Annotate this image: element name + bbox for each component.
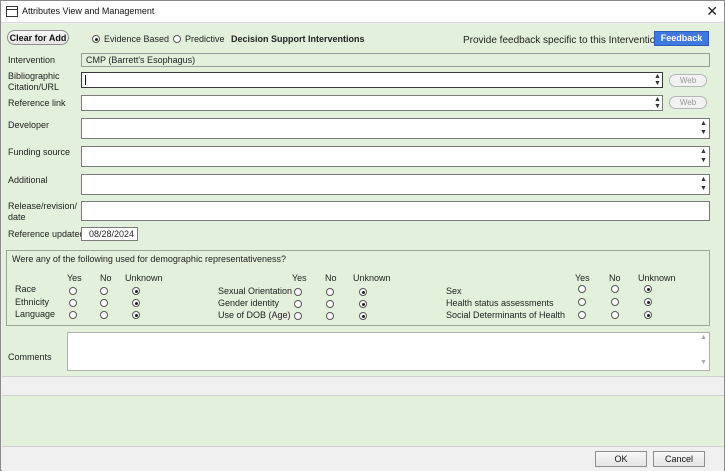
sexual-orientation-no-radio[interactable] — [326, 288, 334, 296]
clear-for-add-button[interactable]: Clear for Add — [7, 30, 69, 45]
group2-no-header: No — [325, 273, 337, 283]
reference-updated-label: Reference updated — [8, 229, 85, 239]
sexual-orientation-yes-radio[interactable] — [294, 288, 302, 296]
reference-web-button[interactable]: Web — [669, 96, 707, 109]
reference-link-label: Reference link — [8, 98, 66, 108]
group3-unknown-header: Unknown — [638, 273, 676, 283]
reference-updated-field[interactable]: 08/28/2024 — [81, 227, 138, 241]
sdoh-yes-radio[interactable] — [578, 311, 586, 319]
additional-label: Additional — [8, 175, 48, 185]
reference-updated-value: 08/28/2024 — [89, 229, 135, 239]
dob-age-no-radio[interactable] — [326, 312, 334, 320]
gender-identity-no-radio[interactable] — [326, 300, 334, 308]
race-yes-radio[interactable] — [69, 287, 77, 295]
group2-yes-header: Yes — [292, 273, 307, 283]
language-no-radio[interactable] — [100, 311, 108, 319]
citation-label-line2: Citation/URL — [8, 82, 60, 92]
sdoh-label: Social Determinants of Health — [446, 310, 566, 320]
health-status-unknown-radio[interactable] — [644, 298, 652, 306]
group1-yes-header: Yes — [67, 273, 82, 283]
language-label: Language — [15, 309, 56, 319]
predictive-radio[interactable] — [173, 35, 181, 43]
feedback-prompt: Provide feedback specific to this Interv… — [463, 35, 661, 46]
citation-label-line1: Bibliographic — [8, 71, 60, 81]
sexual-orientation-unknown-radio[interactable] — [359, 288, 367, 296]
intervention-label: Intervention — [8, 55, 56, 65]
gender-identity-label: Gender identity — [218, 298, 280, 308]
funding-input[interactable] — [81, 146, 710, 167]
close-icon[interactable]: ✕ — [706, 4, 718, 18]
group1-unknown-header: Unknown — [125, 273, 163, 283]
gender-identity-yes-radio[interactable] — [294, 300, 302, 308]
title-bar: Attributes View and Management ✕ — [1, 1, 724, 23]
section-label: Decision Support Interventions — [231, 34, 365, 44]
health-status-no-radio[interactable] — [611, 298, 619, 306]
language-unknown-radio[interactable] — [132, 311, 140, 319]
predictive-label: Predictive — [185, 34, 225, 44]
reference-link-input[interactable] — [81, 95, 663, 111]
developer-input[interactable] — [81, 118, 710, 139]
group1-no-header: No — [100, 273, 112, 283]
ok-button[interactable]: OK — [595, 451, 647, 467]
additional-scroll-up-icon[interactable]: ▲ — [699, 176, 708, 184]
developer-label: Developer — [8, 120, 50, 130]
race-unknown-radio[interactable] — [132, 287, 140, 295]
window-icon — [6, 6, 18, 17]
release-input[interactable] — [81, 201, 710, 221]
group3-no-header: No — [609, 273, 621, 283]
demographics-question: Were any of the following used for demog… — [12, 254, 286, 264]
additional-scroll-down-icon[interactable]: ▼ — [699, 185, 708, 193]
funding-label: Funding source — [8, 147, 71, 157]
ethnicity-label: Ethnicity — [15, 297, 50, 307]
sex-label: Sex — [446, 286, 462, 296]
intervention-value: CMP (Barrett's Esophagus) — [86, 55, 196, 65]
gender-identity-unknown-radio[interactable] — [359, 300, 367, 308]
comments-scroll-up-icon[interactable]: ▲ — [699, 334, 708, 342]
dob-age-unknown-radio[interactable] — [359, 312, 367, 320]
developer-scroll-down-icon[interactable]: ▼ — [699, 129, 708, 137]
sdoh-no-radio[interactable] — [611, 311, 619, 319]
citation-web-button[interactable]: Web — [669, 74, 707, 87]
dob-age-yes-radio[interactable] — [294, 312, 302, 320]
cancel-button[interactable]: Cancel — [653, 451, 705, 467]
additional-input[interactable] — [81, 174, 710, 195]
comments-input[interactable] — [67, 332, 710, 371]
comments-label: Comments — [8, 352, 52, 362]
group3-yes-header: Yes — [575, 273, 590, 283]
group2-unknown-header: Unknown — [353, 273, 391, 283]
sex-no-radio[interactable] — [611, 285, 619, 293]
sex-yes-radio[interactable] — [578, 285, 586, 293]
language-yes-radio[interactable] — [69, 311, 77, 319]
developer-scroll-up-icon[interactable]: ▲ — [699, 120, 708, 128]
citation-scroll-down-icon[interactable]: ▼ — [653, 80, 662, 88]
funding-scroll-down-icon[interactable]: ▼ — [699, 157, 708, 165]
sex-unknown-radio[interactable] — [644, 285, 652, 293]
dob-age-label: Use of DOB (Age) — [218, 310, 291, 320]
ethnicity-no-radio[interactable] — [100, 299, 108, 307]
dialog-window: Attributes View and Management ✕ Clear f… — [0, 0, 725, 471]
health-status-yes-radio[interactable] — [578, 298, 586, 306]
feedback-button[interactable]: Feedback — [654, 31, 709, 46]
reference-scroll-down-icon[interactable]: ▼ — [653, 103, 662, 111]
ethnicity-unknown-radio[interactable] — [132, 299, 140, 307]
text-caret — [85, 75, 86, 85]
lower-panel — [2, 396, 724, 446]
citation-input[interactable] — [81, 72, 663, 88]
status-strip — [2, 376, 724, 396]
ethnicity-yes-radio[interactable] — [69, 299, 77, 307]
health-status-label: Health status assessments — [446, 298, 554, 308]
race-no-radio[interactable] — [100, 287, 108, 295]
window-title: Attributes View and Management — [22, 6, 155, 16]
intervention-field: CMP (Barrett's Esophagus) — [81, 53, 710, 67]
sdoh-unknown-radio[interactable] — [644, 311, 652, 319]
release-label-line1: Release/revision/ — [8, 201, 78, 211]
footer-bar: OK Cancel — [2, 446, 724, 471]
release-label-line2: date — [8, 212, 26, 222]
comments-scroll-down-icon[interactable]: ▼ — [699, 359, 708, 367]
sexual-orientation-label: Sexual Orientation — [218, 286, 293, 296]
evidence-based-radio[interactable] — [92, 35, 100, 43]
evidence-based-label: Evidence Based — [104, 34, 170, 44]
funding-scroll-up-icon[interactable]: ▲ — [699, 148, 708, 156]
race-label: Race — [15, 284, 37, 294]
